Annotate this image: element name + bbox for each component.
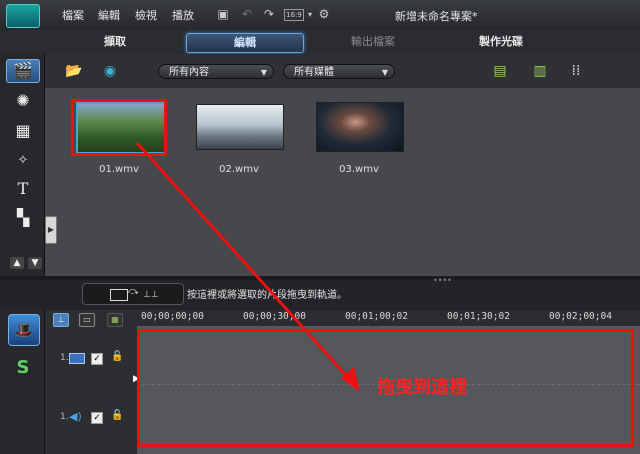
drag-here-annotation: 拖曳到這裡 (377, 377, 467, 398)
drag-arrow (135, 141, 360, 392)
drag-arrow-line (135, 141, 354, 384)
